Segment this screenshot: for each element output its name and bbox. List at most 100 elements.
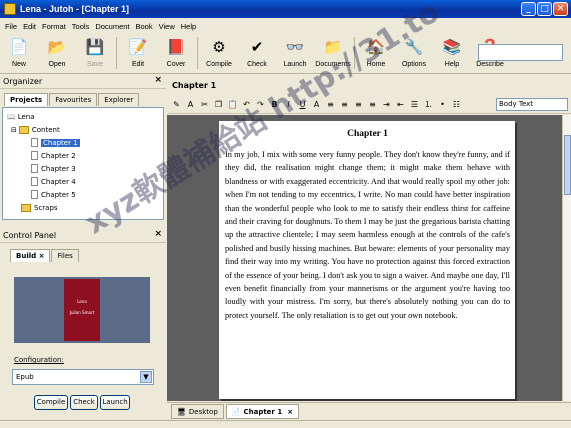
toolbar-label: Check xyxy=(247,61,267,68)
menu-help[interactable]: Help xyxy=(178,22,199,31)
launch-button[interactable]: Launch xyxy=(100,395,130,410)
toolbar-label: Cover xyxy=(166,61,186,68)
document-icon xyxy=(31,151,38,160)
toolbar-label: Compile xyxy=(206,61,232,68)
launch-button[interactable]: 👓 Launch xyxy=(276,34,314,72)
tree-chapter-item[interactable]: Chapter 3 xyxy=(7,162,159,175)
edit-button[interactable]: 📝 Edit xyxy=(119,34,157,72)
vertical-scrollbar[interactable] xyxy=(562,115,571,401)
save-button[interactable]: 💾 Save xyxy=(76,34,114,72)
paragraph-style-select[interactable]: Body Text xyxy=(496,98,568,111)
format-toolbar: ✎ A ✂ ❐ 📋 ↶ ↷ B I U A ≡ ≡ ≡ ≡ ⇥ ⇤ ☰ ⒈ • … xyxy=(167,96,571,114)
toolbar-label: Help xyxy=(444,61,460,68)
toolbar-label: Open xyxy=(48,61,66,68)
close-button[interactable]: ✕ xyxy=(553,2,568,16)
edit-icon: 📝 xyxy=(128,38,148,56)
tree-root-label: Lena xyxy=(17,112,35,121)
tree-chapter-item[interactable]: Chapter 2 xyxy=(7,149,159,162)
tree-root[interactable]: 📖 Lena xyxy=(7,110,159,123)
menu-view[interactable]: View xyxy=(156,22,178,31)
body-text[interactable]: In my job, I mix with some very funny pe… xyxy=(225,148,510,322)
chevron-down-icon[interactable]: ▼ xyxy=(140,371,152,383)
menu-format[interactable]: Format xyxy=(39,22,69,31)
menu-tools[interactable]: Tools xyxy=(69,22,93,31)
document-page[interactable]: Chapter 1 In my job, I mix with some ver… xyxy=(219,121,515,399)
align-right-icon[interactable]: ≡ xyxy=(352,98,365,112)
cut-icon[interactable]: ✂ xyxy=(198,98,211,112)
tab-desktop[interactable]: 🖥 Desktop xyxy=(171,404,224,419)
maximize-button[interactable]: □ xyxy=(537,2,552,16)
paste-icon[interactable]: 📋 xyxy=(226,98,239,112)
font-size-icon[interactable]: A xyxy=(184,98,197,112)
compile-button[interactable]: ⚙ Compile xyxy=(200,34,238,72)
title-bar: Lena - Jutoh - [Chapter 1] _ □ ✕ xyxy=(0,0,571,18)
menu-edit[interactable]: Edit xyxy=(20,22,39,31)
control-panel-close-icon[interactable]: × xyxy=(154,229,162,239)
bullet-list-icon[interactable]: • xyxy=(436,98,449,112)
tab-explorer[interactable]: Explorer xyxy=(98,93,140,106)
line-spacing-icon[interactable]: ☰ xyxy=(408,98,421,112)
check-button[interactable]: Check xyxy=(70,395,98,410)
minimize-button[interactable]: _ xyxy=(521,2,536,16)
justify-icon[interactable]: ≡ xyxy=(366,98,379,112)
bold-icon[interactable]: B xyxy=(268,98,281,112)
redo-icon[interactable]: ↷ xyxy=(254,98,267,112)
document-icon xyxy=(31,177,38,186)
align-left-icon[interactable]: ≡ xyxy=(324,98,337,112)
toolbar-label: Save xyxy=(87,61,103,68)
home-button[interactable]: 🏠 Home xyxy=(357,34,395,72)
close-icon[interactable]: × xyxy=(39,252,45,260)
organizer-tabs: Projects Favourites Explorer xyxy=(4,93,140,106)
collapse-icon[interactable]: ⊟ xyxy=(11,126,17,134)
tab-files[interactable]: Files xyxy=(51,249,79,262)
toolbar-label: Options xyxy=(401,61,427,68)
italic-icon[interactable]: I xyxy=(282,98,295,112)
font-icon[interactable]: A xyxy=(310,98,323,112)
numbered-list-icon[interactable]: ⒈ xyxy=(422,98,435,112)
tab-build[interactable]: Build × xyxy=(10,249,51,262)
search-input[interactable] xyxy=(478,44,563,61)
configuration-select[interactable]: Epub ▼ xyxy=(12,369,154,385)
menu-document[interactable]: Document xyxy=(92,22,132,31)
tab-chapter-1[interactable]: 📄 Chapter 1 × xyxy=(225,404,300,419)
document-icon xyxy=(31,164,38,173)
tab-build-label: Build xyxy=(16,252,37,260)
open-button[interactable]: 📂 Open xyxy=(38,34,76,72)
tab-desktop-label: Desktop xyxy=(188,407,218,416)
underline-icon[interactable]: U xyxy=(296,98,309,112)
new-button[interactable]: 📄 New xyxy=(0,34,38,72)
documents-button[interactable]: 📁 Documents xyxy=(314,34,352,72)
tree-chapter-item[interactable]: Chapter 5 xyxy=(7,188,159,201)
edit-pen-icon[interactable]: ✎ xyxy=(170,98,183,112)
outdent-icon[interactable]: ⇤ xyxy=(394,98,407,112)
tree-chapter-item[interactable]: Chapter 1 xyxy=(7,136,159,149)
cover-button[interactable]: 📕 Cover xyxy=(157,34,195,72)
close-icon[interactable]: × xyxy=(287,408,293,416)
compile-button[interactable]: Compile xyxy=(34,395,68,410)
tree-chapter-item[interactable]: Chapter 4 xyxy=(7,175,159,188)
folder-icon xyxy=(21,203,31,212)
organizer-close-icon[interactable]: × xyxy=(154,75,162,85)
copy-icon[interactable]: ❐ xyxy=(212,98,225,112)
tab-favourites[interactable]: Favourites xyxy=(49,93,98,106)
toolbar-label: Edit xyxy=(131,61,145,68)
chapter-heading: Chapter 1 xyxy=(347,129,388,139)
menu-file[interactable]: File xyxy=(2,22,20,31)
list-icon[interactable]: ☷ xyxy=(450,98,463,112)
undo-icon[interactable]: ↶ xyxy=(240,98,253,112)
compile-icon: ⚙ xyxy=(212,38,226,56)
check-button[interactable]: ✔ Check xyxy=(238,34,276,72)
indent-icon[interactable]: ⇥ xyxy=(380,98,393,112)
tree-folder-content[interactable]: ⊟ Content xyxy=(7,123,159,136)
options-button[interactable]: 🔧 Options xyxy=(395,34,433,72)
save-icon: 💾 xyxy=(85,38,105,56)
align-center-icon[interactable]: ≡ xyxy=(338,98,351,112)
tab-projects[interactable]: Projects xyxy=(4,93,49,106)
help-button[interactable]: 📚 Help xyxy=(433,34,471,72)
menu-book[interactable]: Book xyxy=(133,22,156,31)
tree-folder-scraps[interactable]: Scraps xyxy=(7,201,159,214)
toolbar-label: Launch xyxy=(283,61,307,68)
menu-bar: File Edit Format Tools Document Book View Help xyxy=(0,18,571,34)
scroll-thumb[interactable] xyxy=(564,135,571,195)
cover-image: Lena Julian Smart xyxy=(64,279,100,341)
